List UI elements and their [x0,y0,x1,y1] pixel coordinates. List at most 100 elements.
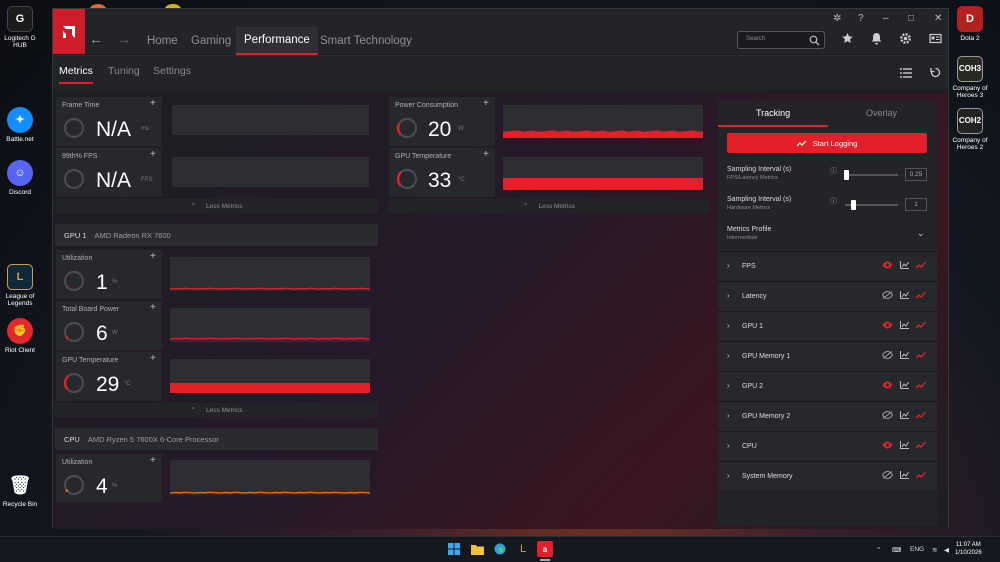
gauge-ring [63,117,85,139]
tab-overlay[interactable]: Overlay [866,108,897,118]
gpu-utilization-sparkline [169,287,371,290]
histogram-icon[interactable] [900,291,909,299]
sampling-hw-value[interactable]: 1 [905,198,927,211]
chevron-down-icon[interactable]: ⌄ [917,228,925,239]
trend-icon [796,140,807,146]
keyboard-icon[interactable]: ⌨ [892,546,901,554]
gauge-arc [66,285,69,289]
tracking-row-label: System Memory [742,473,793,480]
histogram-icon[interactable] [900,471,909,479]
trend-icon[interactable] [916,321,926,329]
eye-off-icon[interactable] [882,411,893,419]
eye-off-icon[interactable] [882,351,893,359]
histogram-icon[interactable] [900,261,909,269]
trend-icon[interactable] [916,351,926,359]
trend-icon[interactable] [916,381,926,389]
eye-icon[interactable] [882,261,893,269]
tracking-row-label: GPU Memory 1 [742,353,791,360]
tracking-row-gpu-1[interactable]: › GPU 1 [718,311,937,340]
power-sparkline [503,130,703,138]
sampling-interval-fps: Sampling Interval (s) FPS/Latency Metric… [727,166,791,181]
volume-icon[interactable]: ◀ [944,546,949,554]
gpu-temp-bar [503,178,703,190]
chevron-right-icon[interactable]: › [727,351,730,360]
chevron-right-icon[interactable]: › [727,381,730,390]
gpu-temp-bar [170,383,370,393]
network-icon[interactable]: ≋ [932,546,937,554]
tracking-row-label: GPU Memory 2 [742,413,791,420]
tracking-row-fps[interactable]: › FPS [718,251,937,280]
slider-thumb[interactable] [844,170,849,180]
chevron-right-icon[interactable]: › [727,261,730,270]
tracking-row-label: Latency [742,293,767,300]
chevron-right-icon[interactable]: › [727,471,730,480]
tracking-row-gpu-2[interactable]: › GPU 2 [718,371,937,400]
info-icon[interactable]: ⓘ [830,166,837,176]
tracking-row-cpu[interactable]: › CPU [718,431,937,460]
histogram-icon[interactable] [900,411,909,419]
active-app-indicator [540,559,550,561]
tray-chevron-icon[interactable]: ⌃ [876,546,881,554]
tracking-row-system-memory[interactable]: › System Memory [718,461,937,490]
chevron-right-icon[interactable]: › [727,441,730,450]
language-indicator[interactable]: ENG [910,546,924,553]
clock[interactable]: 11:07 AM 1/10/2026 [955,541,982,558]
setting-label: Sampling Interval (s) [727,166,792,173]
eye-off-icon[interactable] [882,471,893,479]
eye-icon[interactable] [882,381,893,389]
taskbar: L a ⌃ ⌨ ENG ≋ ◀ 11:07 AM 1/10/2026 [0,536,1000,562]
eye-off-icon[interactable] [882,291,893,299]
eye-icon[interactable] [882,321,893,329]
trend-icon[interactable] [916,261,926,269]
sampling-fps-slider[interactable] [845,174,898,176]
histogram-icon[interactable] [900,381,909,389]
sampling-interval-hardware: Sampling Interval (s) Hardware Metrics [727,196,791,211]
clock-date: 1/10/2026 [955,550,982,557]
start-logging-button[interactable]: Start Logging [727,133,927,153]
sampling-fps-value[interactable]: 0.25 [905,168,927,181]
amd-taskbar-icon[interactable]: a [537,541,553,557]
gauge-arc [63,375,69,391]
tracking-row-gpu-memory-1[interactable]: › GPU Memory 1 [718,341,937,370]
tracking-row-label: GPU 2 [742,383,764,390]
tab-tracking[interactable]: Tracking [756,108,790,118]
clock-time: 11:07 AM [955,542,981,548]
slider-thumb[interactable] [851,200,856,210]
league-taskbar-icon[interactable]: L [515,541,531,557]
tracking-row-latency[interactable]: › Latency [718,281,937,310]
trend-icon[interactable] [916,441,926,449]
file-explorer-icon[interactable] [469,541,485,557]
histogram-icon[interactable] [900,441,909,449]
chevron-right-icon[interactable]: › [727,291,730,300]
start-logging-label: Start Logging [812,138,858,148]
tracking-row-label: FPS [742,263,756,270]
gauge-arc [396,122,402,136]
setting-label: Metrics Profile [727,226,772,233]
histogram-icon[interactable] [900,321,909,329]
tracking-panel: Tracking Overlay Start Logging Sampling … [718,100,937,526]
trend-icon[interactable] [916,291,926,299]
edge-browser-icon[interactable] [492,541,508,557]
metrics-profile-dropdown[interactable]: Metrics Profile Intermediate [727,226,771,241]
gauge-arc [65,489,69,493]
chevron-right-icon[interactable]: › [727,321,730,330]
gauge-arc [65,335,69,340]
eye-icon[interactable] [882,441,893,449]
metrics-profile-value: Intermediate [727,235,758,241]
setting-sub: FPS/Latency Metrics [727,175,778,181]
tracking-row-label: GPU 1 [742,323,764,330]
cpu-utilization-sparkline [169,491,371,494]
tracking-row-gpu-memory-2[interactable]: › GPU Memory 2 [718,401,937,430]
gauge-arc [396,170,403,187]
histogram-icon[interactable] [900,351,909,359]
gauge-ring [63,168,85,190]
info-icon[interactable]: ⓘ [830,196,837,206]
setting-label: Sampling Interval (s) [727,196,792,203]
setting-sub: Hardware Metrics [727,205,771,211]
trend-icon[interactable] [916,411,926,419]
trend-icon[interactable] [916,471,926,479]
tracking-row-label: CPU [742,443,757,450]
tracking-tab-underline [718,125,828,127]
chevron-right-icon[interactable]: › [727,411,730,420]
windows-start-icon[interactable] [446,541,462,557]
